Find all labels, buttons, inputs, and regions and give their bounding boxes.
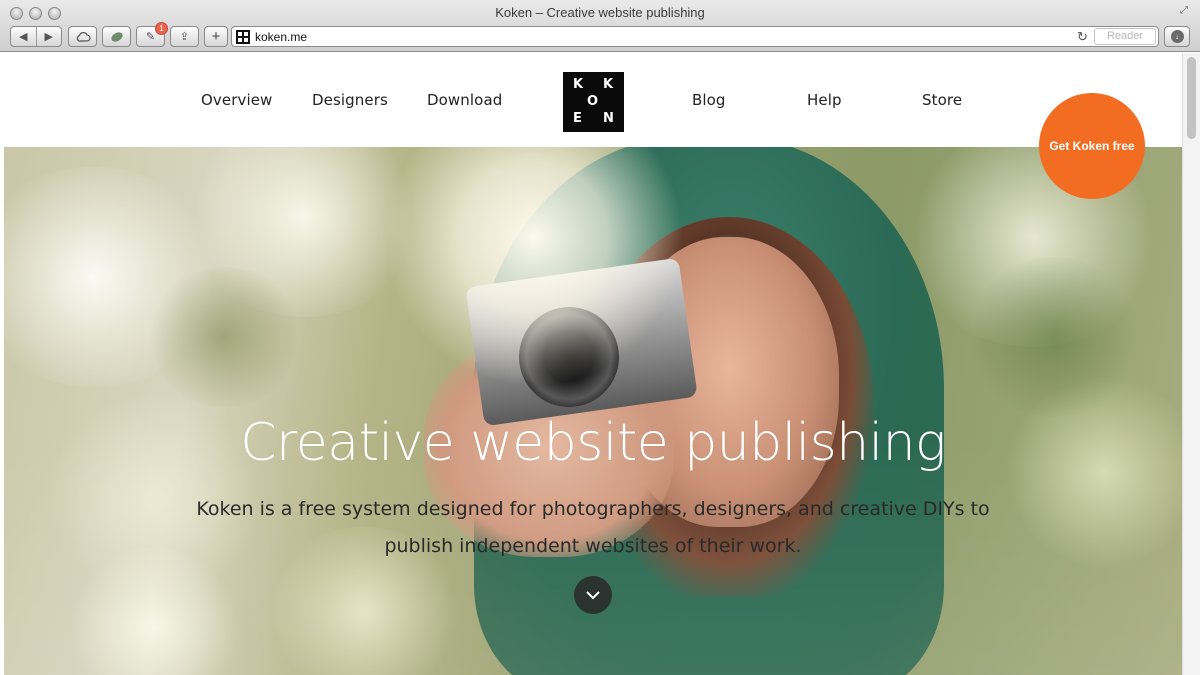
fullscreen-icon[interactable]: ⤢ xyxy=(1180,5,1192,17)
address-bar[interactable]: koken.me ↻ Reader xyxy=(231,26,1159,47)
logo-letter: K xyxy=(603,77,614,92)
back-forward-control: ◀ ▶ xyxy=(10,26,62,47)
logo-letter: K xyxy=(573,77,584,92)
window-title: Koken – Creative website publishing xyxy=(495,5,705,20)
hero-subtitle: Koken is a free system designed for phot… xyxy=(196,498,990,557)
nav-designers[interactable]: Designers xyxy=(312,91,388,109)
plus-icon: + xyxy=(211,28,221,45)
nav-help[interactable]: Help xyxy=(807,91,842,109)
koken-favicon-icon xyxy=(236,30,250,44)
scroll-down-button[interactable] xyxy=(574,576,612,614)
leaf-icon xyxy=(110,31,123,42)
reload-icon[interactable]: ↻ xyxy=(1077,29,1088,45)
forward-arrow-icon[interactable]: ▶ xyxy=(36,30,61,43)
toolbar: ◀ ▶ ✎ 1 ⇪ + koken.me ↻ Reader ↓ xyxy=(0,22,1200,47)
chevron-down-icon xyxy=(586,590,600,599)
nav-store[interactable]: Store xyxy=(922,91,962,109)
url-text[interactable]: koken.me xyxy=(255,30,307,44)
logo-letter: E xyxy=(573,111,582,126)
hero-title: Creative website publishing xyxy=(240,413,946,473)
site-navigation: Overview Designers Download K K O E N Bl… xyxy=(4,53,1182,147)
new-tab-button[interactable]: + xyxy=(204,26,228,47)
download-icon: ↓ xyxy=(1170,30,1184,43)
vertical-scrollbar[interactable] xyxy=(1182,53,1200,675)
cloud-icon xyxy=(76,31,91,42)
nav-blog[interactable]: Blog xyxy=(692,91,726,109)
key-icon: ✎ xyxy=(145,31,156,43)
extension-button[interactable] xyxy=(102,26,131,47)
webpage: Overview Designers Download K K O E N Bl… xyxy=(4,53,1182,675)
icloud-tabs-button[interactable] xyxy=(68,26,97,47)
hero-section: Creative website publishing Koken is a f… xyxy=(4,147,1182,675)
reader-button[interactable]: Reader xyxy=(1094,28,1156,45)
logo-letter: O xyxy=(587,94,599,109)
notification-badge: 1 xyxy=(155,22,168,35)
share-icon: ⇪ xyxy=(179,31,190,43)
nav-download[interactable]: Download xyxy=(427,91,502,109)
get-koken-free-button[interactable]: Get Koken free xyxy=(1039,93,1145,199)
nav-overview[interactable]: Overview xyxy=(201,91,272,109)
scrollbar-thumb[interactable] xyxy=(1187,57,1196,139)
key-extension-button[interactable]: ✎ 1 xyxy=(136,22,168,47)
browser-chrome: Koken – Creative website publishing ⤢ ◀ … xyxy=(0,0,1200,52)
back-arrow-icon[interactable]: ◀ xyxy=(11,30,36,43)
logo-letter: N xyxy=(603,111,614,126)
koken-logo[interactable]: K K O E N xyxy=(563,72,624,132)
downloads-button[interactable]: ↓ xyxy=(1164,26,1190,47)
share-button[interactable]: ⇪ xyxy=(170,26,199,47)
